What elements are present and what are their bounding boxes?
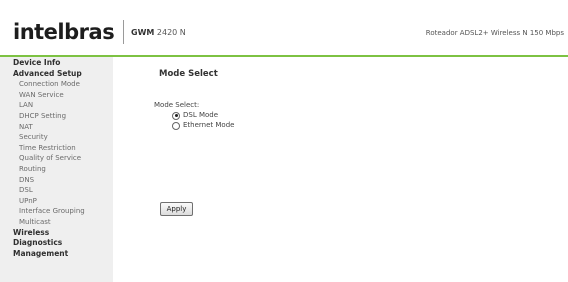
mode-select-label: Mode Select: [154, 101, 200, 109]
logo-divider [123, 20, 124, 44]
dsl-mode-option[interactable]: DSL Mode [172, 111, 218, 120]
model-prefix: GWM [131, 28, 155, 37]
sidebar-item-dsl[interactable]: DSL [13, 185, 113, 196]
dsl-mode-label: DSL Mode [183, 111, 219, 119]
sidebar-item-quality-of-service[interactable]: Quality of Service [13, 153, 113, 164]
sidebar-item-upnp[interactable]: UPnP [13, 196, 113, 207]
ethernet-mode-radio[interactable] [172, 121, 180, 130]
sidebar-menu: Device Info Advanced Setup Connection Mo… [13, 58, 113, 259]
ethernet-mode-option[interactable]: Ethernet Mode [172, 121, 234, 130]
header: intelbras GWM 2420 N Roteador ADSL2+ Wir… [0, 0, 568, 55]
sidebar-item-interface-grouping[interactable]: Interface Grouping [13, 206, 113, 217]
sidebar: Device Info Advanced Setup Connection Mo… [0, 57, 113, 282]
intelbras-logo: intelbras [13, 20, 115, 44]
main-content: Mode Select Mode Select: DSL Mode Ethern… [113, 57, 568, 282]
sidebar-item-advanced-setup[interactable]: Advanced Setup [13, 69, 113, 80]
sidebar-item-wan-service[interactable]: WAN Service [13, 90, 113, 101]
sidebar-item-lan[interactable]: LAN [13, 100, 113, 111]
ethernet-mode-label: Ethernet Mode [183, 121, 235, 129]
sidebar-item-routing[interactable]: Routing [13, 164, 113, 175]
product-description: Roteador ADSL2+ Wireless N 150 Mbps [425, 29, 564, 37]
dsl-mode-radio[interactable] [172, 111, 180, 120]
sidebar-item-nat[interactable]: NAT [13, 122, 113, 133]
sidebar-item-connection-mode[interactable]: Connection Mode [13, 79, 113, 90]
sidebar-item-dhcp-setting[interactable]: DHCP Setting [13, 111, 113, 122]
page-title: Mode Select [159, 69, 218, 79]
model-name: GWM 2420 N [131, 28, 186, 38]
sidebar-item-time-restriction[interactable]: Time Restriction [13, 143, 113, 154]
sidebar-item-device-info[interactable]: Device Info [13, 58, 113, 69]
model-suffix: 2420 N [154, 28, 186, 37]
sidebar-item-security[interactable]: Security [13, 132, 113, 143]
sidebar-item-multicast[interactable]: Multicast [13, 217, 113, 228]
sidebar-item-diagnostics[interactable]: Diagnostics [13, 238, 113, 249]
sidebar-item-management[interactable]: Management [13, 249, 113, 260]
sidebar-item-dns[interactable]: DNS [13, 175, 113, 186]
sidebar-item-wireless[interactable]: Wireless [13, 228, 113, 239]
apply-button[interactable]: Apply [160, 202, 193, 216]
